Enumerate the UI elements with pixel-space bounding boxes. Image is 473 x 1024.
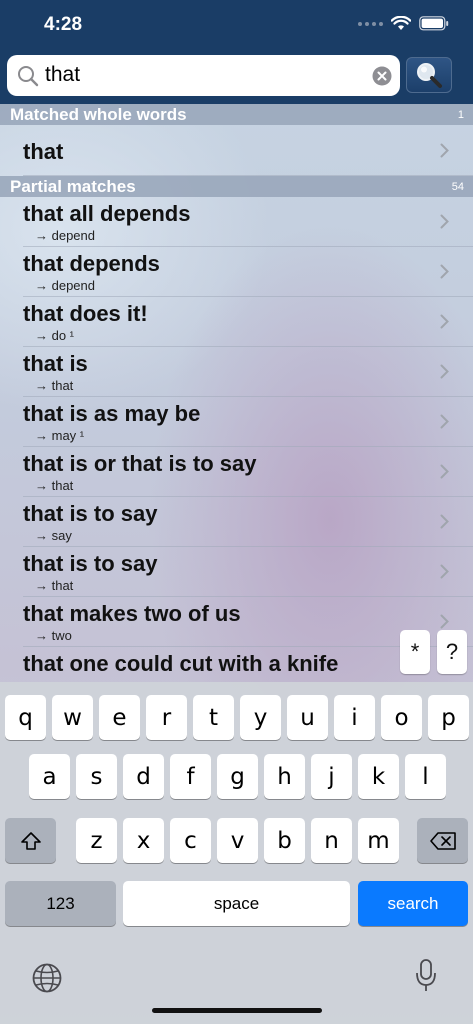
key-s[interactable]: s: [76, 754, 117, 799]
section-title: Matched whole words: [10, 104, 187, 124]
entry-reference: → may ¹: [35, 428, 85, 443]
section-title: Partial matches: [10, 176, 136, 196]
key-t[interactable]: t: [193, 695, 234, 740]
status-icons: [358, 16, 449, 31]
home-indicator: [152, 1008, 322, 1013]
section-count: 54: [451, 180, 464, 193]
entry-reference: → that: [35, 578, 74, 593]
section-header-partial-matches: Partial matches 54: [0, 176, 473, 197]
list-item[interactable]: that does it! → do ¹: [23, 297, 473, 347]
entry-title: that is: [23, 351, 88, 376]
chevron-right-icon: [440, 264, 449, 279]
entry-title: that does it!: [23, 301, 148, 326]
magnifier-icon: [417, 63, 442, 88]
entry-reference: → two: [35, 628, 72, 643]
list-item[interactable]: that all depends → depend: [23, 197, 473, 247]
shift-icon: [20, 831, 41, 850]
results-list: Matched whole words 1 that Partial match…: [0, 104, 473, 682]
list-item[interactable]: that: [23, 125, 473, 176]
key-e[interactable]: e: [99, 695, 140, 740]
space-key[interactable]: space: [123, 881, 350, 926]
key-x[interactable]: x: [123, 818, 164, 863]
clear-icon[interactable]: [372, 66, 392, 86]
search-key[interactable]: search: [358, 881, 468, 926]
entry-title: that is or that is to say: [23, 451, 257, 476]
wildcard-question-button[interactable]: ?: [437, 630, 467, 674]
status-time: 4:28: [44, 14, 83, 35]
entry-reference: → say: [35, 528, 72, 543]
list-item[interactable]: that depends → depend: [23, 247, 473, 297]
entry-reference: → that: [35, 378, 74, 393]
delete-key[interactable]: [417, 818, 468, 863]
key-z[interactable]: z: [76, 818, 117, 863]
entry-reference: → depend: [35, 228, 95, 243]
entry-title: that all depends: [23, 201, 191, 226]
key-p[interactable]: p: [428, 695, 469, 740]
key-m[interactable]: m: [358, 818, 399, 863]
section-header-whole-words: Matched whole words 1: [0, 104, 473, 125]
chevron-right-icon: [440, 514, 449, 529]
search-button[interactable]: [406, 57, 452, 93]
list-item[interactable]: that is as may be → may ¹: [23, 397, 473, 447]
search-input[interactable]: that: [45, 63, 80, 87]
wildcard-asterisk-button[interactable]: *: [400, 630, 430, 674]
key-n[interactable]: n: [311, 818, 352, 863]
entry-reference: → that: [35, 478, 74, 493]
key-h[interactable]: h: [264, 754, 305, 799]
chevron-right-icon: [440, 214, 449, 229]
entry-title: that is to say: [23, 551, 158, 576]
entry-title: that is as may be: [23, 401, 201, 426]
shift-key[interactable]: [5, 818, 56, 863]
globe-icon[interactable]: [31, 962, 63, 994]
keyboard: q w e r t y u i o p a s d f g h j k l z …: [0, 682, 473, 1024]
chevron-right-icon: [440, 143, 449, 158]
entry-reference: → do ¹: [35, 328, 75, 343]
key-y[interactable]: y: [240, 695, 281, 740]
key-l[interactable]: l: [405, 754, 446, 799]
numbers-key[interactable]: 123: [5, 881, 116, 926]
key-f[interactable]: f: [170, 754, 211, 799]
key-i[interactable]: i: [334, 695, 375, 740]
search-icon: [18, 66, 39, 87]
header-bar: 4:28 that: [0, 0, 473, 104]
entry-reference: → depend: [35, 278, 95, 293]
key-a[interactable]: a: [29, 754, 70, 799]
key-c[interactable]: c: [170, 818, 211, 863]
key-g[interactable]: g: [217, 754, 258, 799]
chevron-right-icon: [440, 364, 449, 379]
chevron-right-icon: [440, 564, 449, 579]
key-q[interactable]: q: [5, 695, 46, 740]
entry-title: that is to say: [23, 501, 158, 526]
list-item[interactable]: that is → that: [23, 347, 473, 397]
signal-icon: [358, 21, 383, 26]
key-d[interactable]: d: [123, 754, 164, 799]
key-w[interactable]: w: [52, 695, 93, 740]
key-o[interactable]: o: [381, 695, 422, 740]
entry-title: that makes two of us: [23, 601, 241, 626]
microphone-icon[interactable]: [414, 958, 438, 994]
list-item[interactable]: that is or that is to say → that: [23, 447, 473, 497]
list-item[interactable]: that is to say → that: [23, 547, 473, 597]
key-k[interactable]: k: [358, 754, 399, 799]
entry-title: that: [23, 139, 64, 164]
chevron-right-icon: [440, 314, 449, 329]
chevron-right-icon: [440, 614, 449, 629]
section-count: 1: [457, 108, 464, 121]
key-j[interactable]: j: [311, 754, 352, 799]
list-item[interactable]: that is to say → say: [23, 497, 473, 547]
key-v[interactable]: v: [217, 818, 258, 863]
battery-icon: [419, 16, 449, 31]
key-u[interactable]: u: [287, 695, 328, 740]
chevron-right-icon: [440, 414, 449, 429]
entry-title: that one could cut with a knife: [23, 651, 339, 676]
wifi-icon: [391, 16, 411, 30]
key-r[interactable]: r: [146, 695, 187, 740]
chevron-right-icon: [440, 464, 449, 479]
search-field[interactable]: that: [7, 55, 400, 96]
backspace-icon: [429, 831, 456, 850]
entry-title: that depends: [23, 251, 160, 276]
key-b[interactable]: b: [264, 818, 305, 863]
